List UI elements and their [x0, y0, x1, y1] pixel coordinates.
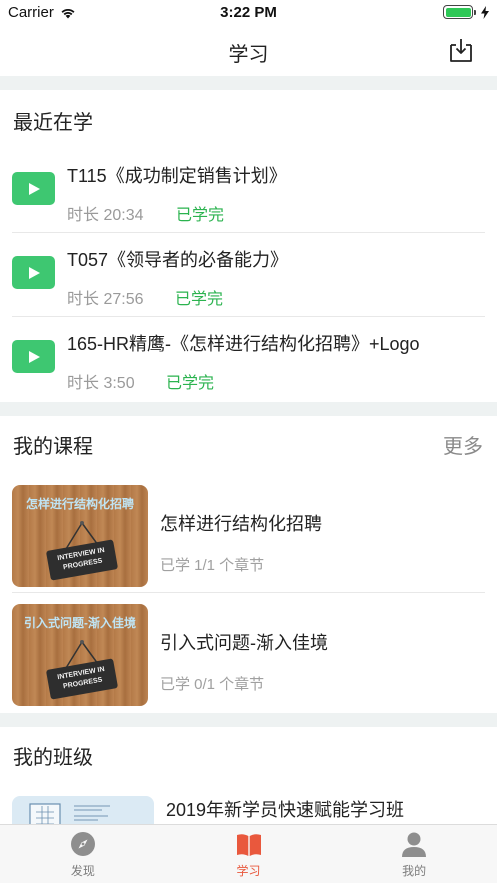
recent-item[interactable]: T115《成功制定销售计划》 时长 20:34 已学完: [0, 150, 497, 234]
recent-item-duration: 时长 27:56: [67, 291, 144, 308]
tab-label: 我的: [402, 864, 427, 878]
course-progress: 已学 0/1 个章节: [160, 676, 265, 693]
recent-item-duration: 时长 3:50: [67, 375, 135, 392]
recent-section-title: 最近在学: [13, 112, 93, 134]
charging-bolt-icon: [481, 5, 489, 19]
divider: [12, 592, 485, 593]
recent-item-title: 165-HR精鹰-《怎样进行结构化招聘》+Logo: [67, 334, 420, 354]
recent-item-duration: 时长 20:34: [67, 207, 144, 224]
recent-item-status: 已学完: [176, 207, 225, 224]
recent-item-status: 已学完: [175, 291, 224, 308]
play-icon: [28, 182, 40, 195]
play-button[interactable]: [12, 172, 55, 205]
download-tray-icon[interactable]: [447, 36, 475, 64]
course-thumbnail: 引入式问题-渐入佳境 INTERVIEW IN PROGRESS: [12, 604, 148, 706]
play-button[interactable]: [12, 340, 55, 373]
course-title: 怎样进行结构化招聘: [160, 514, 322, 534]
status-time: 3:22 PM: [220, 4, 277, 21]
status-bar: Carrier 3:22 PM: [0, 0, 497, 26]
course-item[interactable]: 怎样进行结构化招聘 INTERVIEW IN PROGRESS 怎样进行结构化招…: [0, 478, 497, 596]
book-icon: [236, 834, 261, 856]
compass-icon: [70, 832, 95, 856]
recent-item-title: T057《领导者的必备能力》: [67, 250, 289, 270]
person-icon: [402, 832, 427, 857]
section-gap: [0, 402, 497, 416]
play-button[interactable]: [12, 256, 55, 289]
tab-discover[interactable]: 发现: [0, 825, 166, 883]
recent-item-status: 已学完: [166, 375, 215, 392]
tab-label: 学习: [236, 864, 261, 878]
nav-bar: 学习: [0, 26, 497, 76]
recent-item[interactable]: T057《领导者的必备能力》 时长 27:56 已学完: [0, 234, 497, 318]
divider: [12, 232, 485, 233]
tab-study[interactable]: 学习: [166, 825, 332, 883]
section-gap: [0, 713, 497, 727]
thumbnail-caption: 引入式问题-渐入佳境: [24, 616, 136, 630]
course-progress: 已学 1/1 个章节: [160, 557, 265, 574]
tab-mine[interactable]: 我的: [331, 825, 497, 883]
thumbnail-sign: INTERVIEW IN PROGRESS: [45, 658, 119, 700]
battery-icon: [443, 5, 476, 19]
course-title: 引入式问题-渐入佳境: [160, 633, 328, 653]
thumbnail-caption: 怎样进行结构化招聘: [25, 497, 134, 511]
divider: [12, 316, 485, 317]
tab-bar: 发现 学习 我的: [0, 824, 497, 883]
thumbnail-sign: INTERVIEW IN PROGRESS: [45, 539, 119, 581]
page-title: 学习: [228, 44, 269, 66]
class-title: 2019年新学员快速赋能学习班: [166, 800, 405, 820]
recent-item-title: T115《成功制定销售计划》: [67, 166, 287, 186]
play-icon: [28, 266, 40, 279]
play-icon: [28, 350, 40, 363]
courses-section-title: 我的课程: [13, 436, 93, 458]
classes-section-title: 我的班级: [13, 747, 93, 769]
recent-item[interactable]: 165-HR精鹰-《怎样进行结构化招聘》+Logo 时长 3:50 已学完: [0, 318, 497, 402]
tab-label: 发现: [70, 864, 95, 878]
more-link[interactable]: 更多: [443, 430, 483, 459]
course-item[interactable]: 引入式问题-渐入佳境 INTERVIEW IN PROGRESS 引入式问题-渐…: [0, 597, 497, 715]
course-thumbnail: 怎样进行结构化招聘 INTERVIEW IN PROGRESS: [12, 485, 148, 587]
section-gap: [0, 76, 497, 90]
